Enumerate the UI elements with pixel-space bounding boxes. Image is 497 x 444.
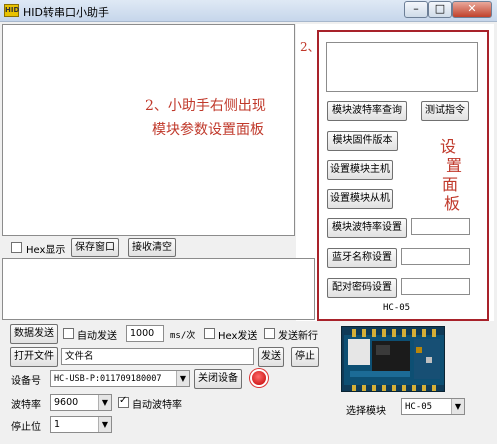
chevron-down-icon: ▼	[98, 395, 111, 410]
send-newline-label: 发送新行	[278, 331, 318, 342]
open-file-button[interactable]: 打开文件	[10, 347, 58, 367]
set-master-button[interactable]: 设置模块主机	[327, 160, 393, 180]
query-baud-button[interactable]: 模块波特率查询	[327, 101, 407, 121]
device-select-value: HC-USB-P:011709180007	[54, 374, 162, 384]
baud-label: 波特率	[11, 400, 41, 411]
save-window-button[interactable]: 保存窗口	[71, 238, 119, 257]
interval-input[interactable]: 1000	[126, 325, 164, 342]
device-label: 设备号	[11, 376, 41, 387]
filename-input[interactable]: 文件名	[61, 348, 254, 365]
set-slave-button[interactable]: 设置模块从机	[327, 189, 393, 209]
bt-name-input[interactable]	[401, 248, 470, 265]
window-title: HID转串口小助手	[23, 6, 109, 19]
stopbit-select[interactable]: 1 ▼	[50, 416, 112, 433]
status-led-icon	[252, 371, 266, 385]
app-icon: HID	[4, 4, 19, 17]
minimize-button[interactable]: –	[404, 1, 428, 18]
close-device-button[interactable]: 关闭设备	[194, 369, 242, 389]
auto-send-label: 自动发送	[77, 331, 117, 342]
pair-password-input[interactable]	[401, 278, 470, 295]
annotation-line-1: 2、小助手右侧出现	[145, 98, 266, 114]
clear-receive-button[interactable]: 接收清空	[128, 238, 176, 257]
hex-send-label: Hex发送	[218, 331, 258, 342]
select-module-dropdown[interactable]: HC-05 ▼	[401, 398, 465, 415]
stopbit-select-value: 1	[54, 419, 61, 430]
baud-select[interactable]: 9600 ▼	[50, 394, 112, 411]
module-name-label: HC-05	[383, 303, 411, 313]
bluetooth-module-image	[341, 326, 445, 392]
title-bar: HID HID转串口小助手 – □ ✕	[0, 0, 497, 22]
chevron-down-icon: ▼	[176, 371, 189, 386]
close-button[interactable]: ✕	[452, 1, 492, 18]
pair-password-button[interactable]: 配对密码设置	[327, 278, 397, 298]
hex-display-checkbox[interactable]	[11, 242, 22, 253]
device-select[interactable]: HC-USB-P:011709180007 ▼	[50, 370, 190, 387]
baud-setting-input[interactable]	[411, 218, 470, 235]
firmware-version-button[interactable]: 模块固件版本	[327, 131, 398, 151]
stopbit-label: 停止位	[11, 422, 41, 433]
command-output-box[interactable]	[326, 42, 478, 92]
annotation-line-2: 模块参数设置面板	[152, 122, 264, 138]
auto-send-checkbox[interactable]	[63, 328, 74, 339]
data-send-button[interactable]: 数据发送	[10, 324, 58, 344]
chevron-down-icon: ▼	[98, 417, 111, 432]
hex-send-checkbox[interactable]	[204, 328, 215, 339]
auto-baud-checkbox[interactable]	[118, 395, 129, 408]
maximize-button[interactable]: □	[428, 1, 452, 18]
pcb-drawing	[344, 329, 444, 391]
hex-display-label: Hex显示	[26, 245, 66, 256]
baud-select-value: 9600	[54, 397, 79, 408]
send-button[interactable]: 发送	[258, 347, 284, 367]
set-baud-button[interactable]: 模块波特率设置	[327, 218, 407, 238]
panel-label-4: 板	[444, 194, 461, 213]
stop-button[interactable]: 停止	[291, 347, 319, 367]
bt-name-button[interactable]: 蓝牙名称设置	[327, 248, 397, 268]
select-module-label: 选择模块	[346, 406, 386, 417]
chevron-down-icon: ▼	[451, 399, 464, 414]
interval-unit-label: ms/次	[170, 331, 196, 341]
auto-baud-label: 自动波特率	[132, 400, 182, 411]
send-area[interactable]	[2, 258, 315, 320]
select-module-value: HC-05	[405, 402, 433, 412]
test-command-button[interactable]: 测试指令	[421, 101, 469, 121]
send-newline-checkbox[interactable]	[264, 328, 275, 339]
